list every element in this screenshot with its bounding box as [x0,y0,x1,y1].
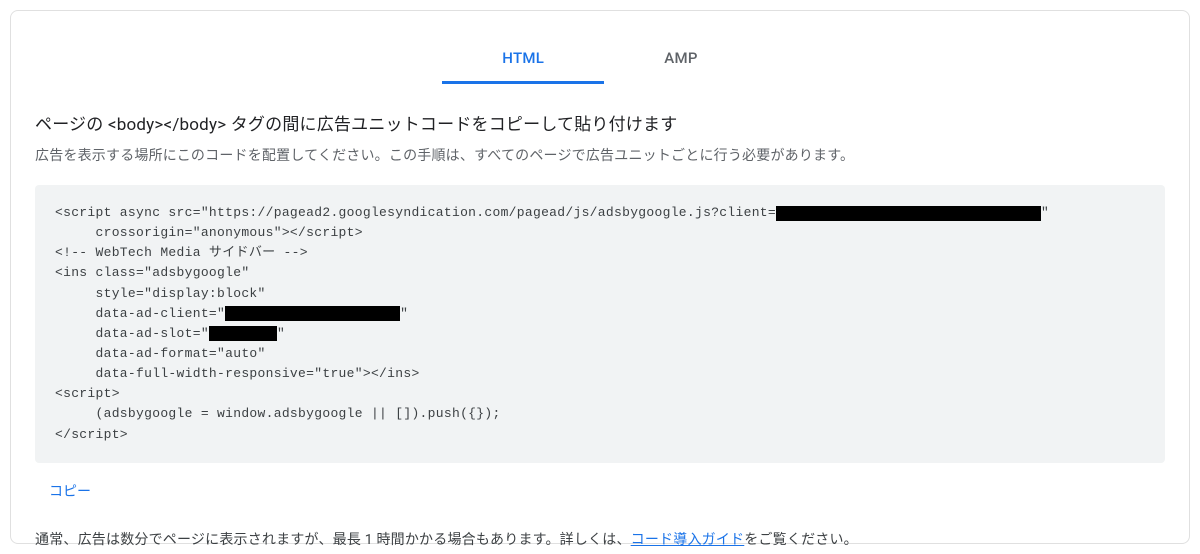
code-guide-link[interactable]: コード導入ガイド [631,532,745,548]
code-text: " [277,324,285,344]
code-text: " [1041,203,1049,223]
redacted-client-id [776,206,1041,221]
code-text: <script> [55,384,120,404]
section-heading: ページの <body></body> タグの間に広告ユニットコードをコピーして貼… [35,110,1165,135]
footer-note: 通常、広告は数分でページに表示されますが、最長 1 時間かかる場合もあります。詳… [35,529,1165,549]
code-snippet[interactable]: <script async src="https://pagead2.googl… [35,185,1165,463]
code-text: data-ad-slot=" [55,324,209,344]
code-text: </script> [55,425,128,445]
tab-amp[interactable]: AMP [604,39,758,84]
code-text: (adsbygoogle = window.adsbygoogle || [])… [55,404,501,424]
code-text: data-ad-client=" [55,304,225,324]
format-tabs: HTML AMP [35,11,1165,84]
footer-suffix: をご覧ください。 [744,532,858,548]
ad-code-card: HTML AMP ページの <body></body> タグの間に広告ユニットコ… [10,10,1190,544]
footer-prefix: 通常、広告は数分でページに表示されますが、最長 1 時間かかる場合もあります。詳… [35,532,631,548]
tab-html[interactable]: HTML [442,39,604,84]
code-text: <!-- WebTech Media サイドバー --> [55,243,308,263]
section-subheading: 広告を表示する場所にこのコードを配置してください。この手順は、すべてのページで広… [35,145,1165,165]
code-text: data-ad-format="auto" [55,344,266,364]
code-text: " [400,304,408,324]
code-text: style="display:block" [55,284,266,304]
code-text: <script async src="https://pagead2.googl… [55,203,776,223]
redacted-ad-client [225,306,400,321]
code-text: <ins class="adsbygoogle" [55,263,249,283]
code-text: crossorigin="anonymous"></script> [55,223,363,243]
redacted-ad-slot [209,326,277,341]
code-text: data-full-width-responsive="true"></ins> [55,364,420,384]
copy-button[interactable]: コピー [35,481,91,501]
